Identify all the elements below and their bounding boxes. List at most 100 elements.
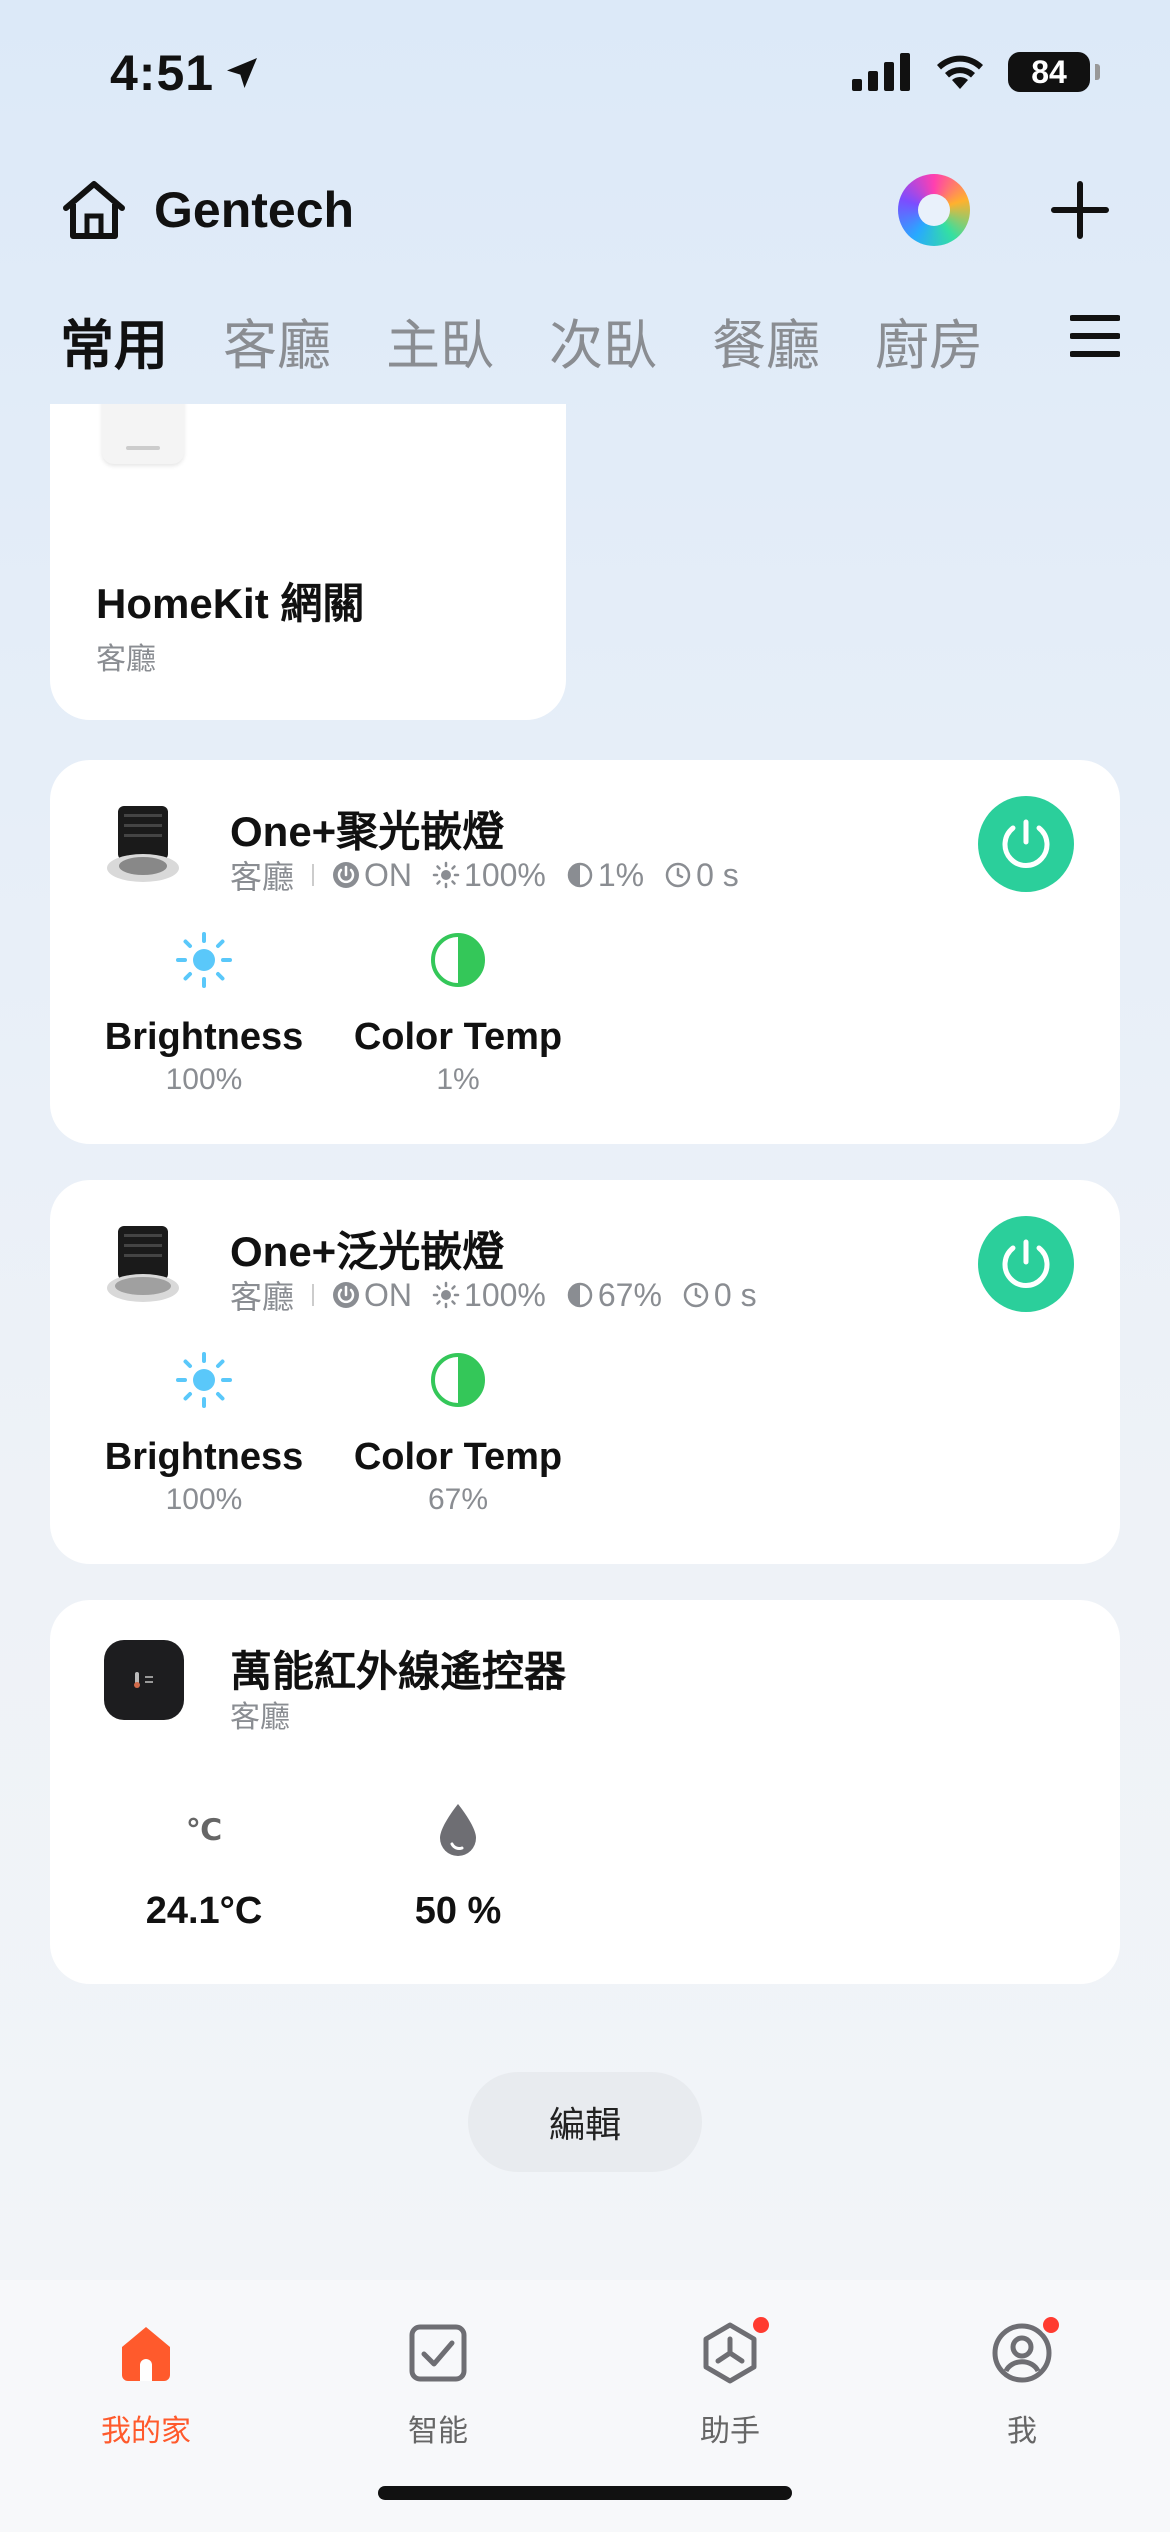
color-temp-value: 67% bbox=[427, 1483, 489, 1516]
device-card-flood-light[interactable]: One+泛光嵌燈 客廳 ON 100% 67% 0 s Brightness 1… bbox=[50, 1180, 1120, 1564]
device-status-line: 客廳 ON 100% 1% 0 s bbox=[230, 852, 759, 898]
nav-label: 智能 bbox=[408, 2415, 468, 2448]
device-room: 客廳 bbox=[230, 1701, 290, 1734]
power-button[interactable] bbox=[978, 1216, 1074, 1312]
tab-second-bedroom[interactable]: 次臥 bbox=[549, 301, 657, 380]
edit-button[interactable]: 編輯 bbox=[468, 2072, 702, 2172]
timer-status-text: 0 s bbox=[713, 1276, 757, 1313]
power-icon bbox=[1002, 1239, 1050, 1288]
device-card-ir-remote[interactable]: 萬能紅外線遙控器 客廳 ℃ 24.1°C 50 % bbox=[50, 1600, 1120, 1984]
color-temp-control[interactable]: Color Temp 1% bbox=[348, 930, 568, 1097]
tab-favorites[interactable]: 常用 bbox=[60, 301, 168, 380]
device-name: 萬能紅外線遙控器 bbox=[230, 1648, 567, 1695]
time-text: 4:51 bbox=[110, 45, 215, 101]
color-temp-status-text: 67% bbox=[597, 1276, 662, 1313]
tab-master-bedroom[interactable]: 主臥 bbox=[386, 301, 494, 380]
room-tabs: 常用 客廳 主臥 次臥 餐廳 廚房 bbox=[60, 300, 1120, 380]
brightness-icon-wrap bbox=[94, 930, 314, 990]
brightness-label: Brightness bbox=[104, 1016, 304, 1058]
divider bbox=[312, 1284, 315, 1306]
tab-menu-icon[interactable] bbox=[1070, 312, 1120, 360]
sun-icon bbox=[176, 932, 232, 988]
status-time: 4:51 bbox=[110, 44, 262, 102]
home-name[interactable]: Gentech bbox=[154, 181, 354, 239]
device-name: HomeKit 網關 bbox=[96, 580, 365, 627]
sun-icon bbox=[176, 1352, 232, 1408]
brightness-value: 100% bbox=[165, 1063, 243, 1096]
timer-status: 0 s bbox=[682, 1277, 757, 1314]
temperature-unit: ℃ bbox=[185, 1813, 223, 1847]
brightness-status: 100% bbox=[432, 1277, 546, 1314]
brightness-control[interactable]: Brightness 100% bbox=[94, 1350, 314, 1517]
tab-dining-room[interactable]: 餐廳 bbox=[712, 301, 820, 380]
humidity-value: 50 % bbox=[414, 1890, 502, 1932]
header-actions bbox=[898, 174, 1110, 246]
device-card-gateway[interactable]: HomeKit 網關 客廳 bbox=[50, 404, 566, 720]
clock-small-icon bbox=[683, 1282, 709, 1308]
power-button[interactable] bbox=[978, 796, 1074, 892]
divider bbox=[312, 864, 315, 886]
home-icon[interactable] bbox=[60, 178, 128, 242]
power-status-text: ON bbox=[364, 1276, 413, 1313]
brightness-status-text: 100% bbox=[464, 856, 546, 893]
status-bar: 4:51 84 bbox=[0, 0, 1170, 150]
battery-level: 84 bbox=[1031, 53, 1067, 90]
device-list: HomeKit 網關 客廳 One+聚光嵌燈 客廳 ON 100% 1% 0 s… bbox=[0, 404, 1170, 2280]
half-circle-small-icon bbox=[567, 862, 593, 888]
nav-icon-wrap bbox=[922, 2308, 1122, 2398]
location-arrow-icon bbox=[227, 58, 258, 88]
nav-me[interactable]: 我 bbox=[922, 2308, 1122, 2450]
color-temp-control[interactable]: Color Temp 67% bbox=[348, 1350, 568, 1517]
checkbox-icon bbox=[409, 2324, 467, 2382]
brightness-status-text: 100% bbox=[464, 1276, 546, 1313]
tab-living-room[interactable]: 客廳 bbox=[223, 301, 331, 380]
humidity-reading: 50 % bbox=[348, 1800, 568, 1933]
nav-assistant[interactable]: 助手 bbox=[630, 2308, 830, 2450]
temperature-value: 24.1°C bbox=[145, 1890, 263, 1932]
nav-my-home[interactable]: 我的家 bbox=[46, 2308, 246, 2450]
color-temp-icon bbox=[431, 1353, 485, 1407]
device-name: One+聚光嵌燈 bbox=[230, 808, 505, 855]
half-circle-small-icon bbox=[567, 1282, 593, 1308]
gateway-device-image bbox=[102, 404, 184, 464]
sun-small-icon bbox=[432, 1281, 460, 1309]
device-room: 客廳 bbox=[230, 1279, 295, 1315]
power-status-text: ON bbox=[364, 856, 413, 893]
downlight-device-icon bbox=[107, 1226, 179, 1302]
nav-label: 我的家 bbox=[101, 2415, 191, 2448]
temperature-reading: ℃ 24.1°C bbox=[94, 1800, 314, 1933]
tab-kitchen[interactable]: 廚房 bbox=[875, 301, 983, 380]
celsius-icon: ℃ bbox=[94, 1800, 314, 1860]
device-status-line: 客廳 ON 100% 67% 0 s bbox=[230, 1272, 777, 1318]
color-temp-value: 1% bbox=[436, 1063, 480, 1096]
water-drop-icon bbox=[440, 1804, 476, 1856]
power-icon bbox=[1002, 819, 1050, 868]
downlight-device-icon bbox=[107, 806, 179, 882]
device-name: One+泛光嵌燈 bbox=[230, 1228, 505, 1275]
nav-label: 我 bbox=[1007, 2415, 1037, 2448]
color-temp-label: Color Temp bbox=[353, 1016, 563, 1058]
color-temp-icon bbox=[431, 933, 485, 987]
nav-label: 助手 bbox=[700, 2415, 760, 2448]
header: Gentech bbox=[60, 170, 1110, 250]
humidity-icon-wrap bbox=[348, 1800, 568, 1860]
add-icon[interactable] bbox=[1050, 180, 1110, 240]
wifi-icon bbox=[937, 55, 983, 89]
nav-icon-wrap bbox=[630, 2308, 830, 2398]
nav-smart[interactable]: 智能 bbox=[338, 2308, 538, 2450]
device-room: 客廳 bbox=[96, 643, 156, 676]
thermometer-small-icon bbox=[134, 1672, 153, 1688]
color-temp-status: 1% bbox=[566, 857, 644, 894]
power-status: ON bbox=[332, 1277, 412, 1314]
nav-icon-wrap bbox=[338, 2308, 538, 2398]
power-status: ON bbox=[332, 857, 412, 894]
color-temp-status-text: 1% bbox=[597, 856, 645, 893]
device-card-spot-light[interactable]: One+聚光嵌燈 客廳 ON 100% 1% 0 s Brightness 10… bbox=[50, 760, 1120, 1144]
color-temp-icon-wrap bbox=[348, 1350, 568, 1410]
notification-dot bbox=[750, 2314, 772, 2336]
nav-icon-wrap bbox=[46, 2308, 246, 2398]
ir-remote-device-icon bbox=[104, 1640, 184, 1720]
brightness-control[interactable]: Brightness 100% bbox=[94, 930, 314, 1097]
ai-assistant-orb-icon[interactable] bbox=[898, 174, 970, 246]
device-room: 客廳 bbox=[230, 859, 295, 895]
